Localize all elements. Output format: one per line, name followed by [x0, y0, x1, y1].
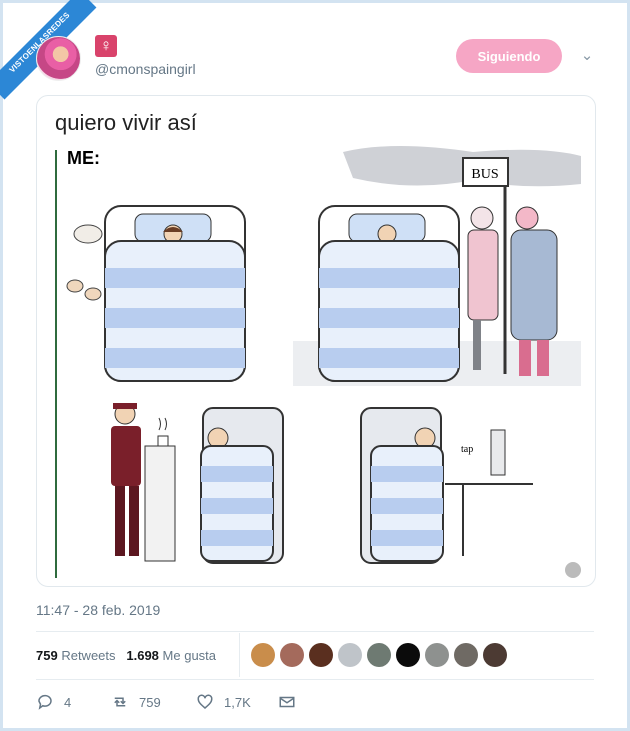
liker-avatar[interactable]: [251, 643, 275, 667]
mail-icon: [279, 696, 295, 708]
tap-label: tap: [461, 444, 473, 455]
me-label: ME:: [67, 148, 100, 168]
tweet-text: quiero vivir así: [55, 110, 197, 135]
reply-icon: [38, 694, 52, 710]
retweet-icon: [114, 697, 126, 707]
retweet-count: 759: [139, 694, 161, 710]
tweet-stats: 759 Retweets 1.698 Me gusta: [36, 648, 216, 663]
likes-count[interactable]: 1.698: [126, 648, 159, 663]
avatar[interactable]: [36, 36, 81, 81]
divider: [36, 679, 594, 680]
retweet-button[interactable]: 759: [111, 693, 161, 711]
liker-avatar[interactable]: [454, 643, 478, 667]
comic-image[interactable]: ME: BUS tap: [53, 146, 581, 578]
tweet-timestamp[interactable]: 11:47 - 28 feb. 2019: [36, 602, 160, 618]
liker-avatar[interactable]: [396, 643, 420, 667]
liker-avatar[interactable]: [483, 643, 507, 667]
bus-sign-label: BUS: [471, 167, 498, 182]
action-bar: 4 759 1,7K: [36, 693, 336, 713]
like-button[interactable]: 1,7K: [196, 693, 251, 711]
following-button[interactable]: Siguiendo: [456, 39, 562, 73]
liker-avatar[interactable]: [309, 643, 333, 667]
chevron-down-icon[interactable]: ⌄: [578, 46, 596, 64]
liker-avatar[interactable]: [280, 643, 304, 667]
like-count: 1,7K: [224, 694, 251, 710]
liker-avatar[interactable]: [425, 643, 449, 667]
liker-avatars: [251, 643, 507, 667]
tweet-frame: VISTOENLASREDES .com ♀ @cmonspaingirl Si…: [0, 0, 630, 731]
user-handle[interactable]: @cmonspaingirl: [95, 61, 196, 77]
reply-count: 4: [64, 694, 72, 710]
divider: [36, 631, 594, 632]
reply-button[interactable]: 4: [36, 693, 71, 711]
retweets-label[interactable]: Retweets: [61, 648, 115, 663]
liker-avatar[interactable]: [338, 643, 362, 667]
tweet-card: quiero vivir así ME: BUS tap: [36, 95, 596, 587]
liker-avatar[interactable]: [367, 643, 391, 667]
message-button[interactable]: [278, 693, 296, 711]
stats-separator: [239, 633, 240, 677]
heart-icon: [197, 694, 213, 709]
likes-label[interactable]: Me gusta: [163, 648, 216, 663]
venus-icon: ♀: [95, 35, 117, 57]
retweets-count[interactable]: 759: [36, 648, 58, 663]
